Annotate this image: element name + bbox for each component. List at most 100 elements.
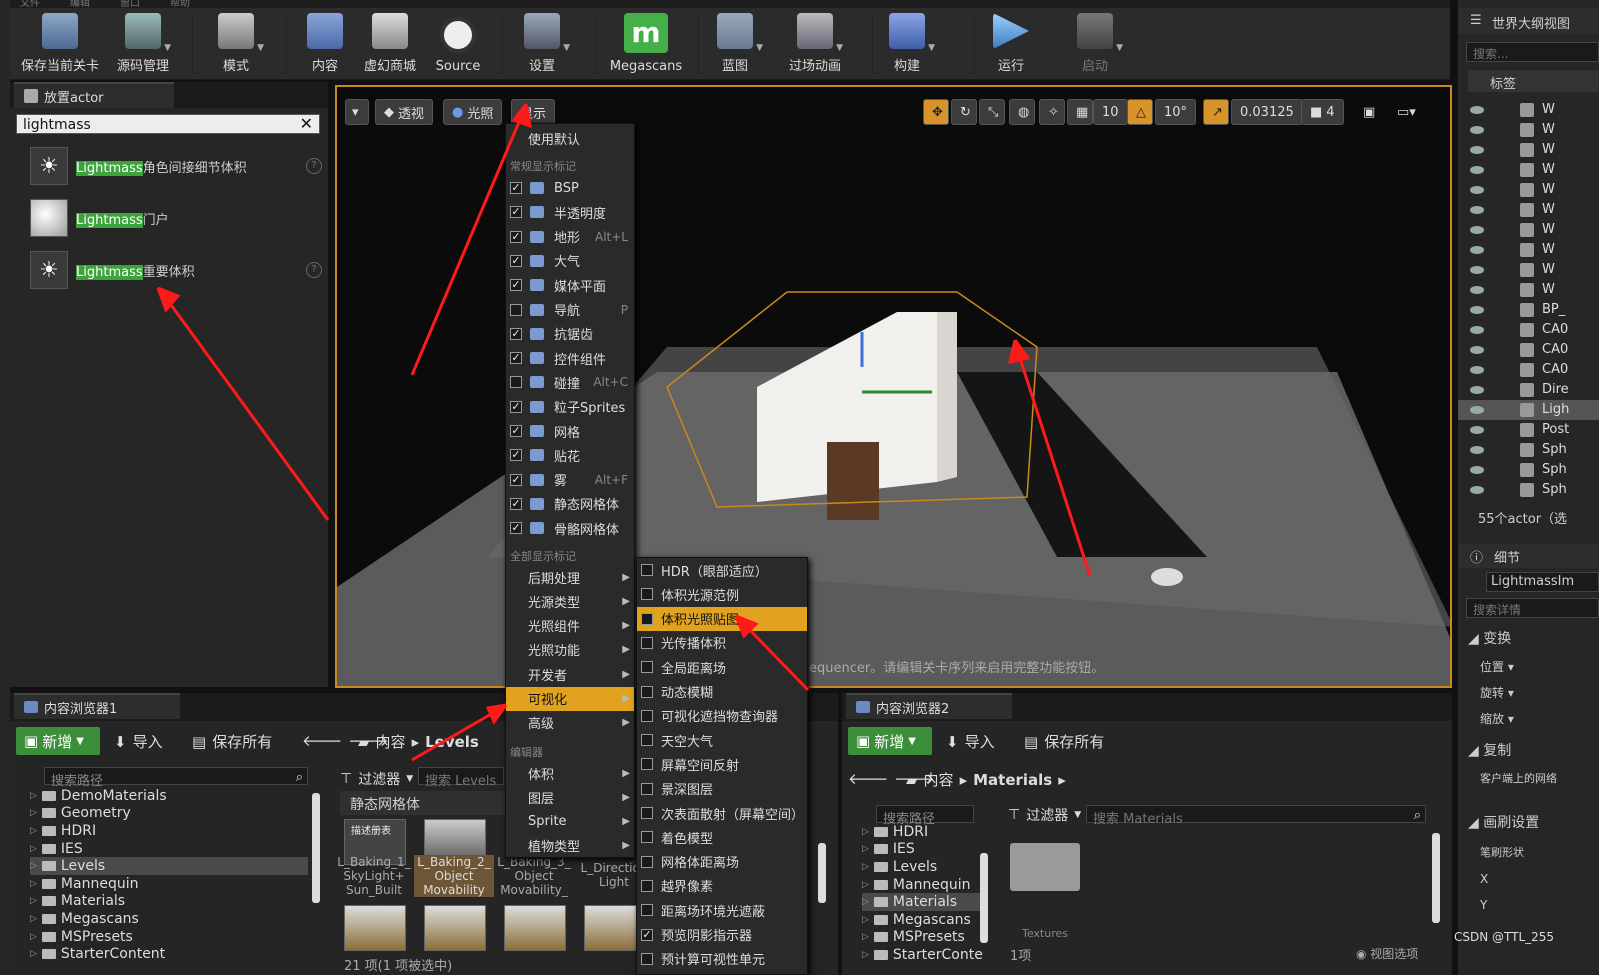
help-icon[interactable]: ? [306, 158, 322, 174]
checkbox[interactable]: ✓ [510, 279, 522, 292]
build-button[interactable]: ▼ 构建 [882, 8, 935, 80]
checkbox[interactable]: ✓ [510, 449, 522, 462]
eye-icon[interactable] [1470, 206, 1484, 214]
checkbox[interactable] [510, 303, 522, 316]
visualize-item[interactable]: 越界像素 [637, 874, 807, 898]
eye-icon[interactable] [1470, 466, 1484, 474]
folder-thumbnail[interactable] [1010, 843, 1080, 891]
chevron-right-icon[interactable]: ▷ [30, 844, 37, 854]
scale-icon[interactable]: ⤡ [979, 99, 1005, 125]
visualize-item[interactable]: 网格体距离场 [637, 850, 807, 874]
filter-button[interactable]: ⊤ 过滤器 ▼ [1008, 805, 1081, 825]
chevron-right-icon[interactable]: ▷ [862, 897, 869, 907]
show-submenu-item[interactable]: 光源类型 ▶ [506, 589, 634, 613]
show-flag-item[interactable]: ✓ 半透明度 [506, 200, 634, 224]
outliner-row[interactable]: CA0 [1458, 360, 1599, 380]
filter-button[interactable]: ⊤ 过滤器 ▼ [340, 769, 413, 789]
position-dropdown[interactable]: 位置 ▾ [1480, 658, 1514, 675]
checkbox[interactable] [641, 904, 653, 917]
tab-place-actors[interactable]: 放置actor [14, 82, 174, 108]
tree-folder-item[interactable]: ▷ MSPresets [30, 928, 308, 946]
eye-icon[interactable] [1470, 486, 1484, 494]
import-button[interactable]: ⬇ 导入 [114, 731, 163, 752]
megascans-button[interactable]: m Megascans [608, 8, 684, 80]
show-flag-item[interactable]: ✓ BSP [506, 176, 634, 200]
camera-speed-button[interactable]: ■ 4 [1301, 99, 1344, 125]
thumbnail[interactable] [504, 905, 566, 951]
thumbnail[interactable] [424, 905, 486, 951]
tree-folder-item[interactable]: ▷ Mannequin [30, 875, 308, 893]
tree-folder-item[interactable]: ▷ StarterContent [30, 945, 308, 963]
tree-folder-item[interactable]: ▷ Levels [30, 857, 308, 875]
thumbnail[interactable] [344, 905, 406, 951]
save-level-button[interactable]: 保存当前关卡 [18, 8, 102, 80]
checkbox[interactable] [641, 807, 653, 819]
tab-world-outliner[interactable]: ☰ 世界大纲视图 [1458, 8, 1599, 34]
chevron-right-icon[interactable]: ▷ [30, 826, 37, 836]
chevron-right-icon[interactable]: ▷ [30, 861, 37, 871]
level-viewport[interactable]: ▾ ◆ 透视 ● 光照 显示 ✥ ↻ ⤡ ◍ ✧ ▦ 10 △ 10° ↗ 0.03… [335, 85, 1452, 688]
visualize-item[interactable]: 着色模型 [637, 825, 807, 849]
eye-icon[interactable] [1470, 426, 1484, 434]
checkbox[interactable]: ✓ [510, 425, 522, 437]
tab-content-browser-1[interactable]: 内容浏览器1 [14, 693, 180, 719]
chevron-right-icon[interactable]: ▷ [862, 827, 869, 837]
eye-icon[interactable] [1470, 226, 1484, 234]
rotation-dropdown[interactable]: 旋转 ▾ [1480, 684, 1514, 701]
section-brush-settings[interactable]: ◢ 画刷设置 [1468, 812, 1539, 832]
outliner-row[interactable]: Post [1458, 420, 1599, 440]
visualize-item[interactable]: 距离场环境光遮蔽 [637, 898, 807, 922]
scale-snap-icon[interactable]: ↗ [1203, 99, 1229, 125]
checkbox[interactable]: ✓ [510, 497, 522, 510]
perspective-button[interactable]: ◆ 透视 [375, 99, 434, 125]
section-transform[interactable]: ◢ 变换 [1468, 628, 1511, 648]
show-flag-item[interactable]: ✓ 静态网格体 [506, 492, 634, 516]
checkbox[interactable] [641, 661, 653, 674]
settings-button[interactable]: ▼ 设置 [514, 8, 570, 80]
outliner-search-input[interactable]: 搜索... [1466, 42, 1599, 62]
outliner-row[interactable]: W [1458, 120, 1599, 140]
help-icon[interactable]: ? [306, 262, 322, 278]
outliner-row[interactable]: W [1458, 180, 1599, 200]
show-submenu-item[interactable]: Sprite ▶ [506, 810, 634, 834]
search-materials-input[interactable]: 搜索 Materials ⌕ [1086, 805, 1426, 827]
translate-icon[interactable]: ✥ [923, 99, 949, 125]
tree-folder-item[interactable]: ▷ Materials [862, 893, 986, 911]
tree-folder-item[interactable]: ▷ Mannequin [862, 876, 986, 894]
place-item-character-indirect-detail[interactable]: ☀ Lightmass角色间接细节体积? [30, 146, 330, 186]
checkbox[interactable] [641, 685, 653, 698]
chevron-right-icon[interactable]: ▷ [30, 932, 37, 942]
visualize-item[interactable]: 可视化遮挡物查询器 [637, 704, 807, 728]
eye-icon[interactable] [1470, 186, 1484, 194]
outliner-row[interactable]: W [1458, 160, 1599, 180]
outliner-row[interactable]: CA0 [1458, 340, 1599, 360]
place-search-input[interactable]: lightmass ✕ [16, 114, 320, 134]
show-flag-item[interactable]: 导航 P [506, 298, 634, 322]
checkbox[interactable] [641, 588, 653, 601]
rotation-snap-value[interactable]: 10° [1155, 99, 1197, 125]
tab-details[interactable]: ⓘ 细节 [1458, 544, 1599, 568]
show-flag-item[interactable]: ✓ 雾 Alt+F [506, 468, 634, 492]
checkbox[interactable] [641, 782, 653, 795]
eye-icon[interactable] [1470, 446, 1484, 454]
asset-scrollbar[interactable] [818, 843, 826, 903]
search-path-input[interactable]: 搜索路径 ⌕ [44, 767, 308, 789]
outliner-row[interactable]: Ligh [1458, 400, 1599, 420]
show-submenu-item[interactable]: 体积 ▶ [506, 761, 634, 785]
checkbox[interactable]: ✓ [510, 327, 522, 340]
chevron-right-icon[interactable]: ▷ [30, 808, 37, 818]
visualize-item[interactable]: 光传播体积 [637, 631, 807, 655]
breadcrumb[interactable]: ▰ 内容 ▸ Materials ▸ [906, 769, 1066, 790]
checkbox[interactable] [510, 376, 522, 389]
outliner-row[interactable]: W [1458, 280, 1599, 300]
eye-icon[interactable] [1470, 346, 1484, 354]
checkbox[interactable]: ✓ [510, 206, 522, 219]
chevron-right-icon[interactable]: ▷ [30, 879, 37, 889]
show-submenu-item[interactable]: 高级 ▶ [506, 711, 634, 735]
save-all-button[interactable]: ▤ 保存所有 [1024, 731, 1104, 752]
rotate-icon[interactable]: ↻ [951, 99, 977, 125]
maximize-icon[interactable]: ▣ [1359, 99, 1381, 125]
checkbox[interactable] [641, 831, 653, 844]
surface-snap-icon[interactable]: ✧ [1039, 99, 1065, 125]
chevron-right-icon[interactable]: ▷ [30, 791, 37, 801]
